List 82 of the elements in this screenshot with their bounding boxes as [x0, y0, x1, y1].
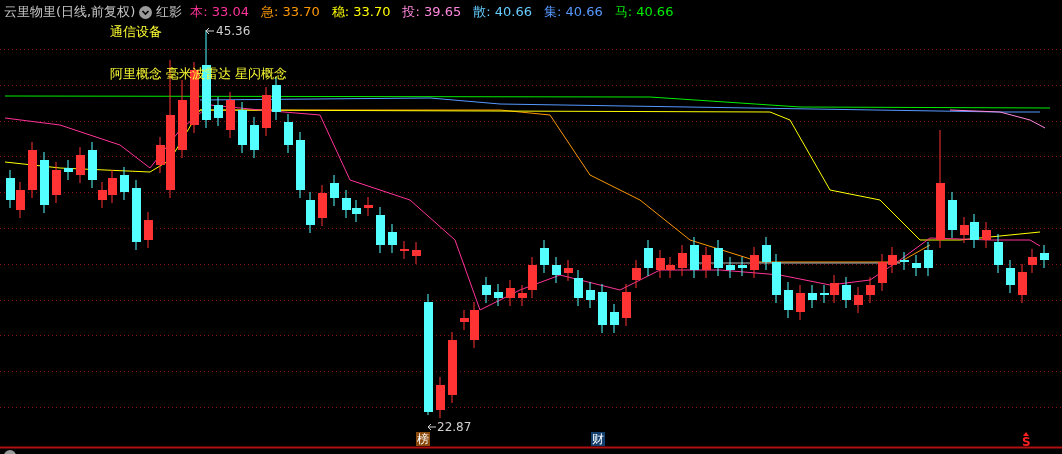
- arrow-icon: [427, 423, 437, 431]
- event-badge[interactable]: 财: [591, 432, 605, 446]
- candlestick: [796, 284, 805, 321]
- candlestick: [586, 281, 595, 309]
- candlestick: [352, 199, 361, 223]
- triangle-up-icon: [1023, 432, 1029, 436]
- candlestick: [948, 191, 957, 239]
- candlestick: [808, 284, 817, 309]
- indicator-value: 本: 33.04: [190, 4, 249, 20]
- candlestick: [318, 184, 327, 227]
- candlestick: [842, 276, 851, 309]
- candlestick: [854, 286, 863, 314]
- candlestick: [226, 91, 235, 139]
- candlestick: [656, 249, 665, 279]
- candlestick: [482, 276, 491, 304]
- candlestick: [108, 169, 117, 204]
- candlestick: [262, 86, 271, 137]
- candlestick: [250, 116, 259, 159]
- candlestick: [888, 246, 897, 274]
- candlestick: [376, 206, 385, 254]
- candlestick: [28, 141, 37, 199]
- indicator-value: 散: 40.66: [473, 4, 532, 20]
- candlestick: [1006, 259, 1015, 294]
- candlestick: [866, 276, 875, 304]
- candlestick: [540, 239, 549, 274]
- candlestick: [1040, 244, 1049, 269]
- candlestick: [494, 283, 503, 307]
- candlestick: [52, 161, 61, 204]
- high-price-label: 45.36: [216, 24, 251, 38]
- candlestick: [738, 256, 747, 277]
- candlestick: [678, 244, 687, 277]
- indicator-value: 投: 39.65: [402, 4, 462, 20]
- candlestick: [132, 179, 141, 251]
- candlestick: [690, 236, 699, 279]
- indicator-value: 急: 33.70: [261, 4, 320, 20]
- candlestick: [912, 254, 921, 277]
- candlestick: [330, 174, 339, 207]
- candlestick: [412, 241, 421, 265]
- stock-title: 云里物里(日线,前复权): [4, 4, 136, 20]
- candlestick: [750, 246, 759, 279]
- candlestick: [552, 256, 561, 284]
- candlestick: [342, 189, 351, 219]
- candlestick: [436, 376, 445, 419]
- candlestick: [784, 281, 793, 319]
- candlestick: [284, 113, 293, 154]
- candlestick: [726, 256, 735, 279]
- candlestick: [960, 216, 969, 244]
- candlestick: [144, 211, 153, 249]
- candlestick: [598, 283, 607, 334]
- indicator-value: 马: 40.66: [614, 4, 674, 20]
- candlestick: [16, 181, 25, 219]
- industry-tag: 通信设备: [110, 24, 162, 40]
- candlestick: [900, 251, 909, 271]
- candlestick: [388, 223, 397, 254]
- candlestick: [6, 169, 15, 209]
- event-badge[interactable]: 榜: [416, 432, 430, 446]
- candlestick: [666, 256, 675, 279]
- candlestick: [878, 253, 887, 292]
- candlestick: [970, 213, 979, 249]
- indicator-value: 集: 40.66: [543, 4, 603, 20]
- candlestick: [644, 239, 653, 277]
- candlestick: [610, 303, 619, 334]
- candlestick: [238, 101, 247, 154]
- candlestick: [994, 233, 1003, 274]
- chevron-down-icon[interactable]: [139, 5, 153, 19]
- candlestick: [714, 239, 723, 277]
- candlestick: [214, 96, 223, 127]
- candlestick: [76, 146, 85, 184]
- low-price-label: 22.87: [437, 420, 472, 434]
- candlestick: [364, 196, 373, 217]
- indicator-value: 稳: 33.70: [331, 4, 391, 20]
- candlestick: [506, 279, 515, 307]
- arrow-icon: [205, 27, 215, 35]
- candlestick: [924, 241, 933, 277]
- candlestick: [64, 159, 73, 181]
- indicator-name[interactable]: 红影: [156, 4, 183, 20]
- candlestick: [982, 221, 991, 249]
- candlestick: [40, 151, 49, 214]
- candlestick: [702, 246, 711, 279]
- signal-marker: S: [1022, 436, 1031, 448]
- candlestick: [400, 240, 409, 260]
- candlestick: [120, 166, 129, 201]
